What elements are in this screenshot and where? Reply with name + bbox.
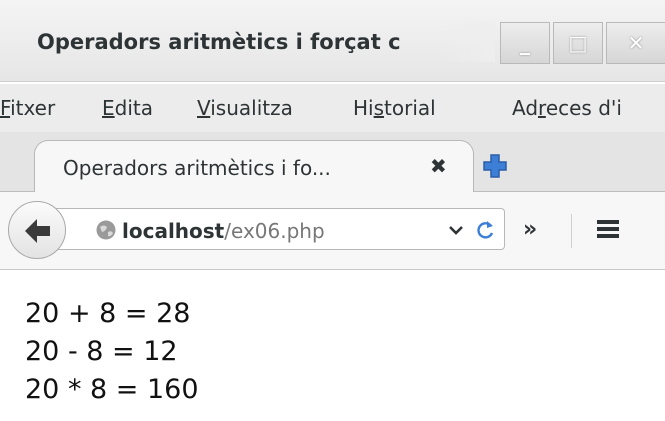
result-line-addition: 20 + 8 = 28 bbox=[25, 298, 191, 329]
maximize-button[interactable]: □ bbox=[553, 22, 603, 64]
navigation-bar: localhost/ex06.php » bbox=[0, 192, 665, 270]
tab-bar: Operadors aritmètics i fo... ✖ bbox=[0, 132, 665, 193]
back-arrow-icon bbox=[25, 219, 50, 243]
page-content: 20 + 8 = 28 20 - 8 = 12 20 * 8 = 160 bbox=[0, 271, 665, 421]
window-title: Operadors aritmètics i forçat c bbox=[37, 30, 401, 54]
menu-bar: Fitxer Edita Visualitza Historial Adrece… bbox=[0, 84, 665, 132]
menu-item-adreces[interactable]: Adreces d'i bbox=[512, 96, 622, 120]
globe-icon bbox=[96, 220, 116, 240]
close-window-button[interactable]: ✕ bbox=[606, 22, 665, 64]
tab-active[interactable]: Operadors aritmètics i fo... ✖ bbox=[34, 140, 474, 193]
menu-item-edita[interactable]: Edita bbox=[102, 96, 153, 120]
chevron-down-icon[interactable] bbox=[448, 222, 464, 238]
result-line-multiplication: 20 * 8 = 160 bbox=[25, 374, 199, 405]
tab-label: Operadors aritmètics i fo... bbox=[63, 156, 331, 180]
menu-item-historial[interactable]: Historial bbox=[353, 96, 436, 120]
title-fade bbox=[440, 22, 495, 62]
menu-item-visualitza[interactable]: Visualitza bbox=[197, 96, 293, 120]
overflow-chevron-icon[interactable]: » bbox=[523, 217, 537, 242]
menu-item-fitxer[interactable]: Fitxer bbox=[0, 96, 55, 120]
minimize-button[interactable]: _ bbox=[500, 22, 550, 64]
tab-close-icon[interactable]: ✖ bbox=[430, 154, 447, 178]
toolbar-separator bbox=[571, 214, 572, 248]
close-icon: ✕ bbox=[627, 31, 645, 55]
maximize-icon: □ bbox=[568, 31, 588, 55]
hamburger-menu-icon[interactable] bbox=[596, 218, 620, 240]
minimize-icon: _ bbox=[520, 31, 530, 55]
result-line-subtraction: 20 - 8 = 12 bbox=[25, 336, 178, 367]
back-button[interactable] bbox=[8, 201, 66, 259]
url-text[interactable]: localhost/ex06.php bbox=[122, 219, 325, 243]
reload-icon[interactable] bbox=[474, 218, 496, 242]
new-tab-plus-icon[interactable] bbox=[481, 152, 509, 180]
window-titlebar: Operadors aritmètics i forçat c _ □ ✕ bbox=[0, 0, 665, 82]
